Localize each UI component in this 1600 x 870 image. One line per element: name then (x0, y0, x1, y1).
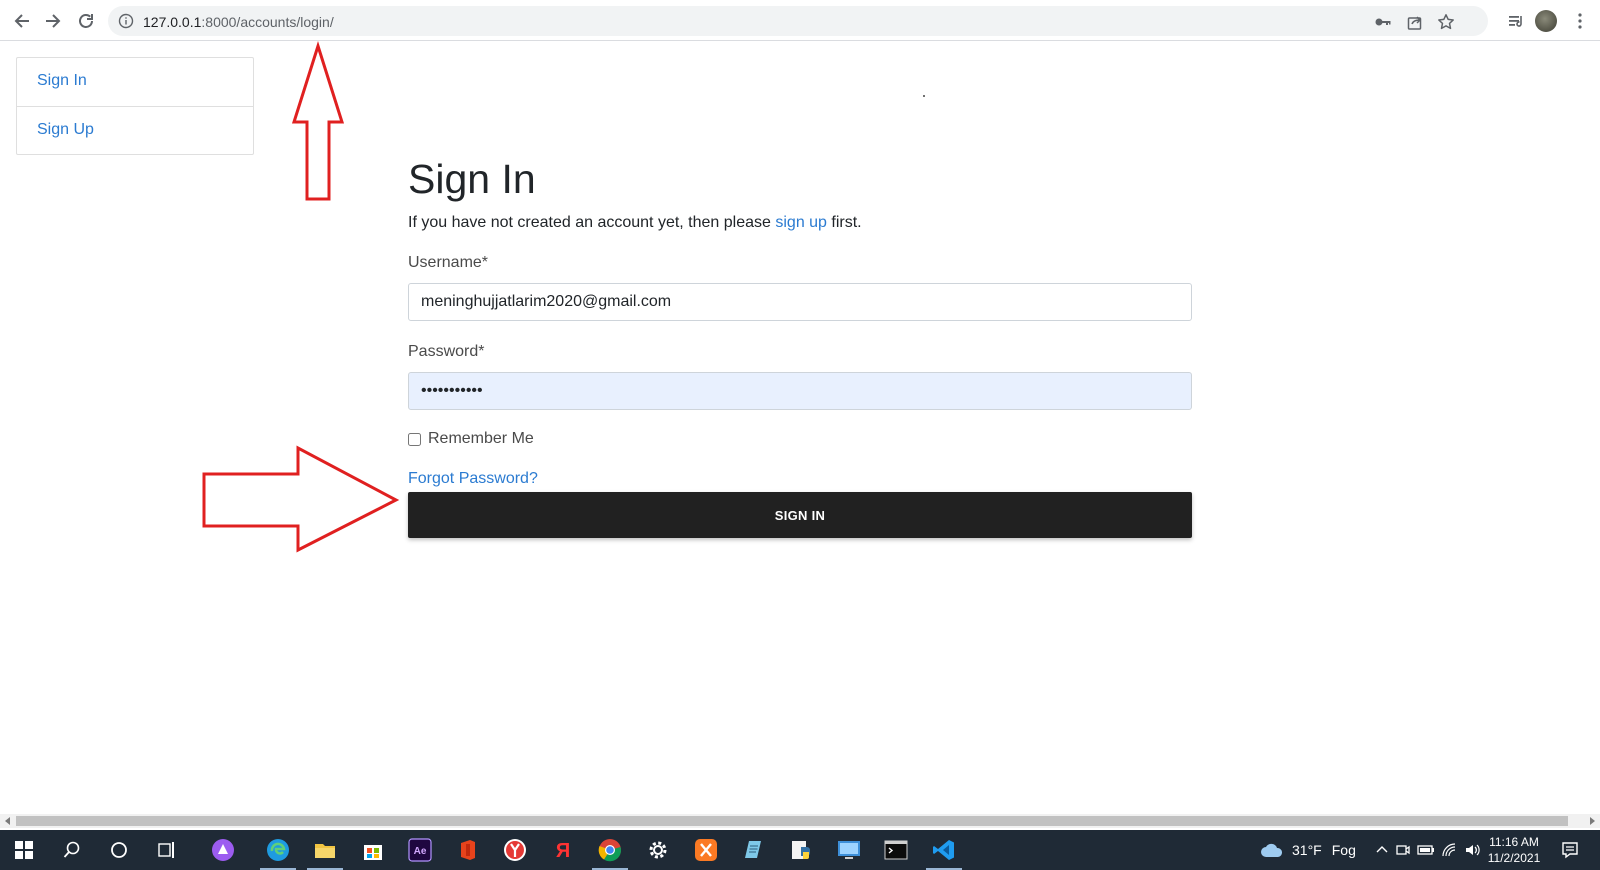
volume-icon[interactable] (1461, 838, 1485, 862)
remember-me-label[interactable]: Remember Me (428, 430, 534, 448)
url-host: 127.0.0.1 (143, 14, 202, 30)
store-icon[interactable] (361, 838, 385, 862)
weather-desc: Fog (1331, 842, 1356, 858)
password-label: Password* (408, 343, 485, 361)
weather-widget[interactable]: 31°F Fog (1260, 830, 1356, 870)
address-url[interactable]: 127.0.0.1:8000/accounts/login/ (143, 14, 334, 30)
sign-in-button[interactable]: SIGN IN (408, 492, 1192, 539)
remember-me-row: Remember Me (408, 430, 1192, 448)
username-label: Username* (408, 254, 489, 272)
page-title: Sign In (408, 156, 536, 202)
sidebar-item-sign-in[interactable]: Sign In (17, 58, 253, 106)
horizontal-scrollbar[interactable] (0, 814, 1600, 828)
cortana-icon[interactable] (107, 838, 131, 862)
svg-text:Я: Я (556, 840, 570, 862)
after-effects-icon[interactable]: Ae (408, 838, 432, 862)
share-icon[interactable] (1406, 13, 1424, 31)
notifications-icon[interactable] (1558, 838, 1582, 862)
xampp-icon[interactable] (694, 838, 718, 862)
weather-temp: 31°F (1292, 842, 1322, 858)
search-icon[interactable] (60, 838, 84, 862)
python-icon[interactable] (789, 838, 813, 862)
username-input[interactable] (408, 283, 1192, 322)
yandex-browser-icon[interactable] (503, 838, 527, 862)
scrollbar-thumb[interactable] (16, 816, 1568, 826)
forgot-password-link[interactable]: Forgot Password? (408, 470, 538, 488)
stray-dot (923, 95, 925, 97)
vscode-icon[interactable] (926, 838, 962, 870)
forward-arrow-icon[interactable] (41, 9, 65, 33)
taskbar-clock[interactable]: 11:16 AM 11/2/2021 (1484, 834, 1544, 866)
office-icon[interactable] (456, 838, 480, 862)
reload-icon[interactable] (74, 9, 98, 33)
sidebar-item-sign-up[interactable]: Sign Up (17, 106, 253, 154)
signup-prompt-before: If you have not created an account yet, … (408, 214, 776, 232)
edge-icon[interactable] (260, 838, 296, 870)
cloud-icon (1261, 843, 1283, 857)
profile-avatar[interactable] (1535, 10, 1557, 32)
annotation-arrow-up (291, 41, 345, 201)
alice-icon[interactable] (211, 838, 235, 862)
password-input[interactable] (408, 372, 1192, 411)
scroll-left-arrow[interactable] (5, 817, 10, 825)
browser-toolbar: 127.0.0.1:8000/accounts/login/ (0, 0, 1600, 41)
reading-list-icon[interactable] (1504, 9, 1528, 33)
svg-text:Ae: Ae (414, 846, 427, 857)
signup-prompt: If you have not created an account yet, … (408, 214, 1192, 232)
chrome-icon[interactable] (592, 838, 628, 870)
remember-me-checkbox[interactable] (408, 432, 421, 446)
sidebar-nav: Sign In Sign Up (16, 57, 254, 155)
clock-date: 11/2/2021 (1487, 851, 1541, 865)
notepad-icon[interactable] (741, 838, 765, 862)
battery-icon[interactable] (1414, 838, 1438, 862)
scroll-right-arrow[interactable] (1590, 817, 1595, 825)
signup-link[interactable]: sign up (775, 214, 827, 231)
meet-now-icon[interactable] (1391, 838, 1415, 862)
yandex-icon[interactable]: Я (551, 838, 575, 862)
annotation-arrow-right (202, 445, 400, 553)
address-bar[interactable]: 127.0.0.1:8000/accounts/login/ (108, 6, 1488, 36)
task-view-icon[interactable] (155, 838, 179, 862)
key-icon[interactable] (1374, 13, 1392, 31)
clock-time: 11:16 AM (1489, 835, 1539, 849)
wifi-icon[interactable] (1438, 838, 1462, 862)
login-form: Sign In If you have not created an accou… (408, 150, 1192, 539)
signup-prompt-after: first. (826, 214, 862, 232)
file-explorer-icon[interactable] (307, 838, 343, 870)
kebab-menu-icon[interactable] (1572, 12, 1588, 30)
remote-desktop-icon[interactable] (837, 838, 861, 862)
windows-taskbar: Ae Я 31°F Fog 11:16 AM 11/2/2021 (0, 830, 1600, 870)
star-icon[interactable] (1437, 13, 1455, 31)
windows-start-icon[interactable] (12, 838, 36, 862)
info-icon[interactable] (118, 13, 134, 29)
url-path: :8000/accounts/login/ (201, 14, 334, 30)
settings-icon[interactable] (646, 838, 670, 862)
back-arrow-icon[interactable] (10, 9, 34, 33)
terminal-icon[interactable] (884, 838, 908, 862)
